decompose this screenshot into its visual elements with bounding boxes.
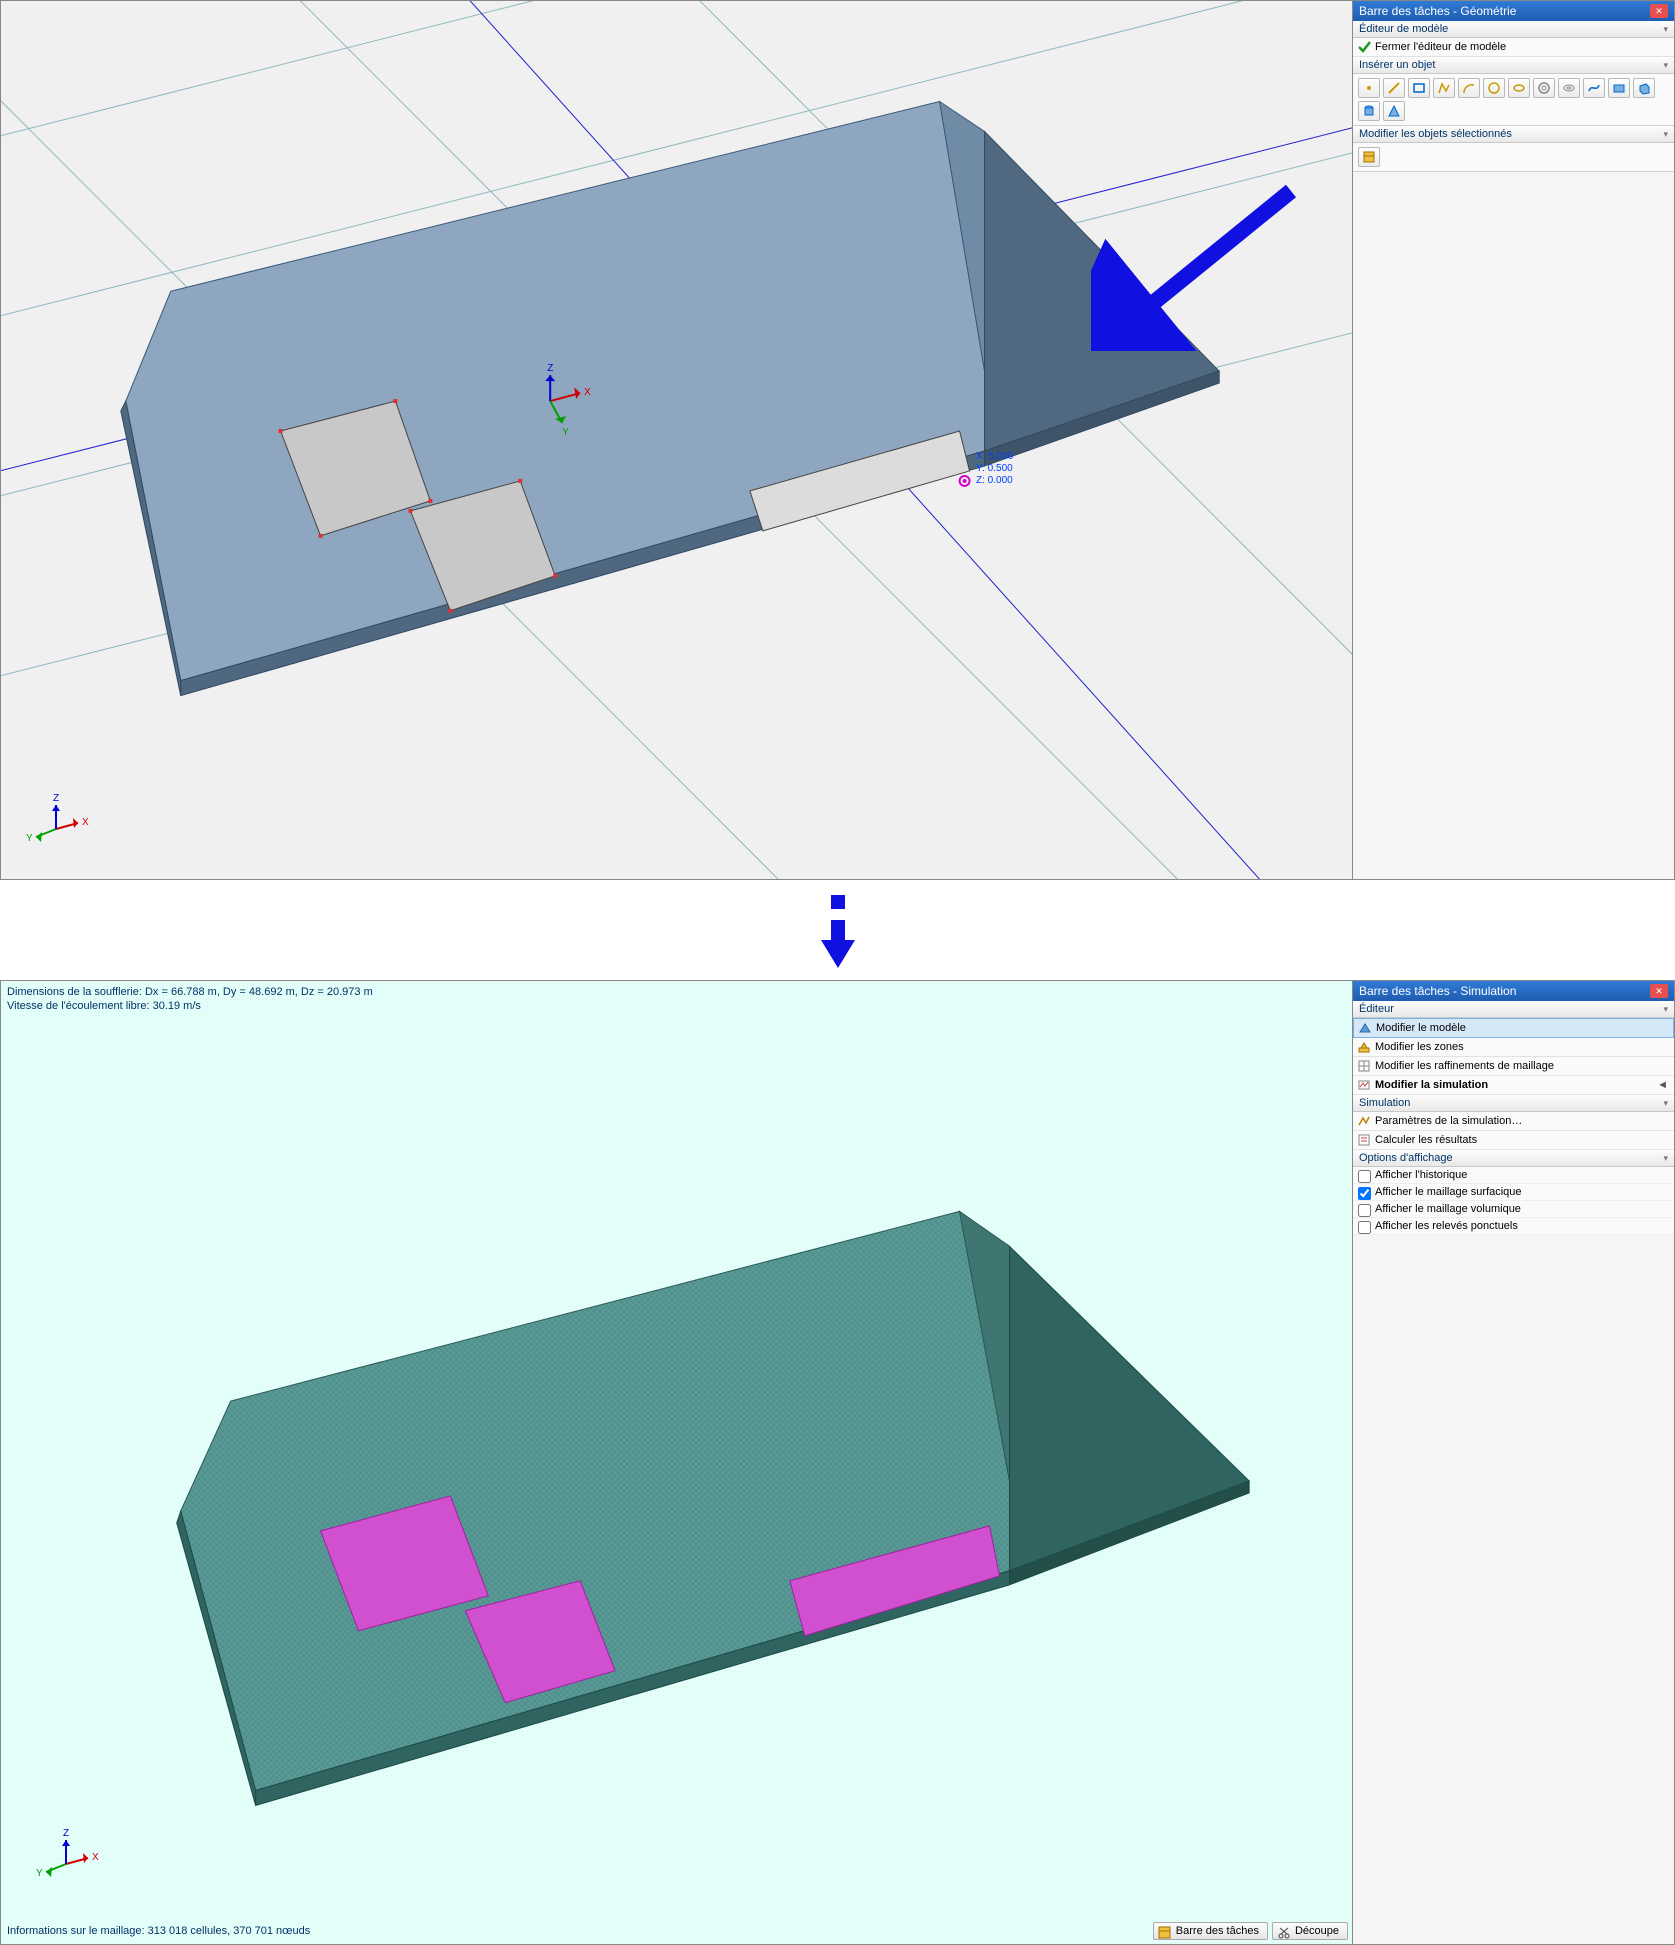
geometry-viewport[interactable]: X Y Z X: 5.000 Y: 0.500 Z: 0.000: [1, 1, 1352, 879]
section-editor[interactable]: Éditeur▾: [1353, 1001, 1674, 1018]
checkbox[interactable]: [1358, 1170, 1371, 1183]
sim-icon: [1357, 1078, 1371, 1092]
model-icon: [1358, 1021, 1372, 1035]
tool-arc-icon[interactable]: [1458, 78, 1480, 98]
section-cut-button[interactable]: Découpe: [1272, 1922, 1348, 1940]
close-icon[interactable]: ✕: [1650, 984, 1668, 998]
close-icon[interactable]: ✕: [1650, 4, 1668, 18]
tool-properties-icon[interactable]: [1358, 147, 1380, 167]
tool-spline-icon[interactable]: [1583, 78, 1605, 98]
tool-torus-icon[interactable]: [1558, 78, 1580, 98]
geometry-editor-window: X Y Z X: 5.000 Y: 0.500 Z: 0.000: [0, 0, 1675, 880]
editor-item-simulation[interactable]: Modifier la simulation ◄: [1353, 1076, 1674, 1095]
section-simulation[interactable]: Simulation▾: [1353, 1095, 1674, 1112]
checkbox[interactable]: [1358, 1187, 1371, 1200]
transition-arrow: [0, 880, 1675, 980]
checkbox[interactable]: [1358, 1221, 1371, 1234]
simulation-viewport[interactable]: Dimensions de la soufflerie: Dx = 66.788…: [1, 981, 1352, 1944]
taskpane-geometry: Barre des tâches - Géométrie ✕ Éditeur d…: [1352, 1, 1674, 879]
tool-rect-icon[interactable]: [1408, 78, 1430, 98]
annotation-arrow: [1091, 171, 1311, 356]
chevron-left-icon: ◄: [1657, 1079, 1668, 1091]
sim-calculate[interactable]: Calculer les résultats: [1353, 1131, 1674, 1150]
params-icon: [1357, 1114, 1371, 1128]
footer-bar: Barre des tâches Découpe: [1153, 1922, 1348, 1940]
tool-surface-icon[interactable]: [1608, 78, 1630, 98]
calculate-icon: [1357, 1133, 1371, 1147]
tool-poly-icon[interactable]: [1433, 78, 1455, 98]
section-editor[interactable]: Éditeur de modèle▾: [1353, 21, 1674, 38]
svg-text:Z: Z: [53, 793, 59, 804]
taskbar-button[interactable]: Barre des tâches: [1153, 1922, 1268, 1940]
scissors-icon: [1277, 1926, 1290, 1939]
editor-item-model[interactable]: Modifier le modèle: [1353, 1018, 1674, 1038]
insert-toolbar: [1353, 74, 1674, 126]
tool-cyl-icon[interactable]: [1358, 101, 1380, 121]
sim-params[interactable]: Paramètres de la simulation…: [1353, 1112, 1674, 1131]
check-icon: [1357, 40, 1371, 54]
mesh-model: [1, 981, 1352, 1944]
cursor-coords: X: 5.000 Y: 0.500 Z: 0.000: [976, 451, 1013, 487]
wind-tunnel-info: Dimensions de la soufflerie: Dx = 66.788…: [7, 985, 373, 1013]
editor-item-refinements[interactable]: Modifier les raffinements de maillage: [1353, 1057, 1674, 1076]
svg-text:X: X: [584, 387, 591, 398]
svg-text:Z: Z: [63, 1828, 69, 1839]
checkbox[interactable]: [1358, 1204, 1371, 1217]
editor-item-zones[interactable]: Modifier les zones: [1353, 1038, 1674, 1057]
taskpane-title: Barre des tâches - Géométrie ✕: [1353, 1, 1674, 21]
tool-circle-icon[interactable]: [1483, 78, 1505, 98]
axis-triad: X Y Z: [21, 779, 91, 849]
tool-point-icon[interactable]: [1358, 78, 1380, 98]
axis-triad: X Y Z: [31, 1814, 101, 1884]
roof-model: X Y Z: [1, 1, 1352, 879]
display-volume-mesh[interactable]: Afficher le maillage volumique: [1353, 1201, 1674, 1218]
taskbar-icon: [1158, 1926, 1171, 1939]
section-insert[interactable]: Insérer un objet▾: [1353, 57, 1674, 74]
taskpane-simulation: Barre des tâches - Simulation ✕ Éditeur▾…: [1352, 981, 1674, 1944]
svg-text:Y: Y: [26, 833, 33, 844]
modify-toolbar: [1353, 143, 1674, 172]
tool-box-icon[interactable]: [1633, 78, 1655, 98]
mesh-info: Informations sur le maillage: 313 018 ce…: [7, 1924, 310, 1938]
svg-text:X: X: [92, 1852, 99, 1863]
taskpane-title: Barre des tâches - Simulation ✕: [1353, 981, 1674, 1001]
tool-line-icon[interactable]: [1383, 78, 1405, 98]
display-history[interactable]: Afficher l'historique: [1353, 1167, 1674, 1184]
tool-ellipse-icon[interactable]: [1508, 78, 1530, 98]
tool-cone-icon[interactable]: [1383, 101, 1405, 121]
mesh-refine-icon: [1357, 1059, 1371, 1073]
display-surface-mesh[interactable]: Afficher le maillage surfacique: [1353, 1184, 1674, 1201]
section-display[interactable]: Options d'affichage▾: [1353, 1150, 1674, 1167]
display-point-probes[interactable]: Afficher les relevés ponctuels: [1353, 1218, 1674, 1235]
svg-text:X: X: [82, 817, 89, 828]
tool-ring-icon[interactable]: [1533, 78, 1555, 98]
svg-text:Y: Y: [36, 1868, 43, 1879]
section-modify[interactable]: Modifier les objets sélectionnés▾: [1353, 126, 1674, 143]
svg-text:Y: Y: [562, 427, 569, 438]
close-model-editor[interactable]: Fermer l'éditeur de modèle: [1353, 38, 1674, 57]
simulation-window: Dimensions de la soufflerie: Dx = 66.788…: [0, 980, 1675, 1945]
zones-icon: [1357, 1040, 1371, 1054]
svg-text:Z: Z: [547, 363, 553, 374]
